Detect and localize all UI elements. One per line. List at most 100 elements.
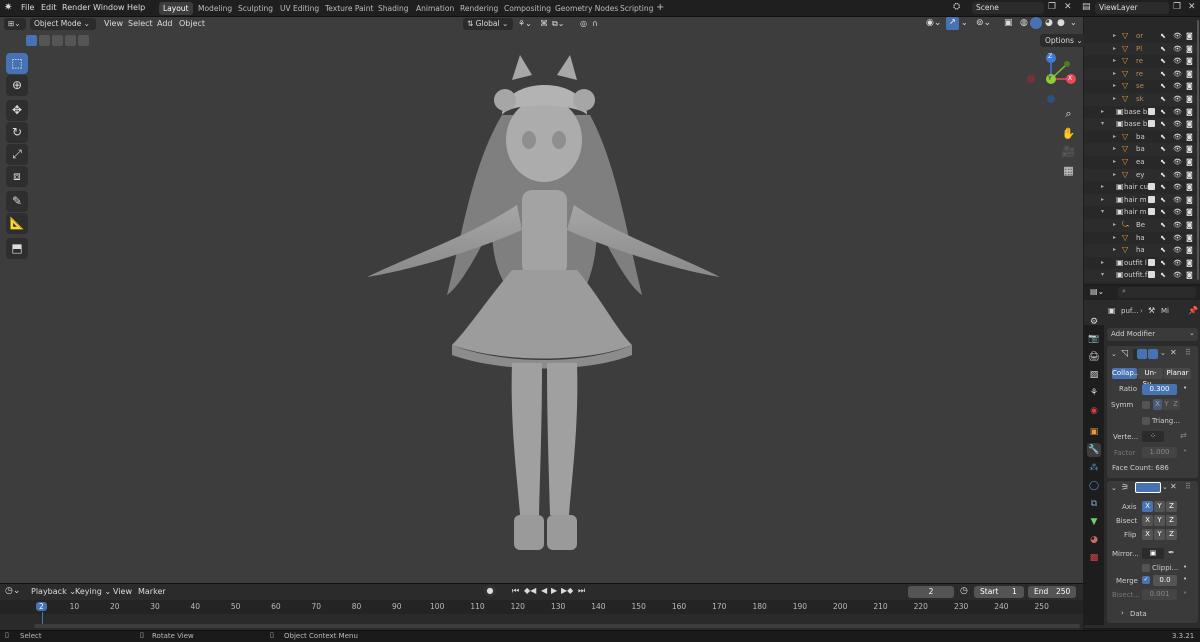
outliner-row[interactable]: ▸ ▽ se ⬉ 👁 ◙ bbox=[1084, 80, 1200, 93]
selectable-icon[interactable]: ⬉ bbox=[1160, 158, 1168, 166]
next-keyframe-button[interactable]: ▶◆ bbox=[561, 586, 573, 595]
expand-toggle-icon[interactable]: ▾ bbox=[1101, 208, 1104, 215]
tab-animation[interactable]: Animation bbox=[412, 2, 458, 15]
triangulate-checkbox[interactable] bbox=[1142, 417, 1150, 425]
gizmo-dropdown-icon[interactable]: ⌄ bbox=[961, 18, 968, 27]
perspective-grid-icon[interactable]: ▦ bbox=[1060, 162, 1077, 179]
selectable-icon[interactable]: ⬉ bbox=[1160, 234, 1168, 242]
shading-dropdown-icon[interactable]: ⌄ bbox=[1070, 18, 1077, 27]
visibility-eye-icon[interactable]: 👁 bbox=[1173, 246, 1182, 254]
expand-toggle-icon[interactable]: ▸ bbox=[1101, 196, 1104, 203]
data-subpanel-chevron-icon[interactable]: › bbox=[1121, 609, 1124, 617]
timeline-scrollbar[interactable] bbox=[34, 624, 1080, 628]
character-model[interactable] bbox=[352, 45, 732, 585]
render-camera-icon[interactable]: ◙ bbox=[1186, 196, 1194, 204]
selectable-icon[interactable]: ⬉ bbox=[1160, 57, 1168, 65]
scale-tool[interactable]: ⤢ bbox=[6, 144, 28, 165]
outliner-row[interactable]: ▸ ▽ re ⬉ 👁 ◙ bbox=[1084, 55, 1200, 68]
output-tab-icon[interactable]: 🖨 bbox=[1087, 350, 1101, 364]
transform-tool[interactable]: ⧈ bbox=[6, 166, 28, 187]
show-render-toggle[interactable] bbox=[1148, 349, 1158, 359]
expand-toggle-icon[interactable]: ▸ bbox=[1113, 158, 1116, 165]
expand-toggle-icon[interactable]: ▸ bbox=[1113, 57, 1116, 64]
flip-z-button[interactable]: Z bbox=[1166, 529, 1177, 540]
ratio-field[interactable]: 0.300 bbox=[1142, 384, 1177, 395]
rotate-tool[interactable]: ↻ bbox=[6, 122, 28, 143]
visibility-eye-icon[interactable]: 👁 bbox=[1173, 32, 1182, 40]
visibility-eye-icon[interactable]: 👁 bbox=[1173, 208, 1182, 216]
expand-toggle-icon[interactable]: ▸ bbox=[1101, 108, 1104, 115]
selectable-icon[interactable]: ⬉ bbox=[1160, 171, 1168, 179]
outliner-row[interactable]: ▸ ▽ ea ⬉ 👁 ◙ bbox=[1084, 156, 1200, 169]
tab-rendering[interactable]: Rendering bbox=[456, 2, 502, 15]
selectable-icon[interactable]: ⬉ bbox=[1160, 95, 1168, 103]
tab-texture-paint[interactable]: Texture Paint bbox=[321, 2, 377, 15]
outliner-row[interactable]: ▾ ▣ outfit.f ⬉ 👁 ◙ bbox=[1084, 269, 1200, 282]
outliner-row[interactable]: ▸ ▽ ey ⬉ 👁 ◙ bbox=[1084, 168, 1200, 182]
expand-toggle-icon[interactable]: ▸ bbox=[1113, 221, 1116, 228]
render-camera-icon[interactable]: ◙ bbox=[1186, 171, 1194, 179]
select-intersect-icon[interactable] bbox=[78, 35, 89, 46]
tab-layout[interactable]: Layout bbox=[159, 2, 193, 15]
play-button[interactable]: ▶ bbox=[551, 586, 557, 595]
selectable-icon[interactable]: ⬉ bbox=[1160, 183, 1168, 191]
outliner-row[interactable]: ▸ ▣ hair cu ⬉ 👁 ◙ bbox=[1084, 181, 1200, 194]
collection-checkbox[interactable] bbox=[1148, 120, 1155, 128]
measure-tool[interactable]: 📐 bbox=[6, 213, 28, 234]
expand-toggle-icon[interactable]: ▸ bbox=[1113, 171, 1116, 178]
visibility-eye-icon[interactable]: 👁 bbox=[1173, 70, 1182, 78]
copy-scene-icon[interactable]: ❐ bbox=[1048, 2, 1056, 12]
preview-range-clock-icon[interactable]: ◷ bbox=[960, 586, 968, 596]
view-layer-tab-icon[interactable]: ▨ bbox=[1087, 368, 1101, 382]
render-camera-icon[interactable]: ◙ bbox=[1186, 57, 1194, 65]
render-camera-icon[interactable]: ◙ bbox=[1186, 271, 1194, 279]
axis-z-button[interactable]: Z bbox=[1166, 501, 1177, 512]
expand-toggle-icon[interactable]: ▸ bbox=[1113, 82, 1116, 89]
visibility-eye-icon[interactable]: 👁 bbox=[1173, 259, 1182, 267]
menu-window[interactable]: Window bbox=[93, 3, 125, 12]
timeline-editor-type-icon[interactable]: ◷⌄ bbox=[5, 586, 20, 596]
pan-hand-icon[interactable]: ✋ bbox=[1060, 125, 1077, 142]
bisect-x-button[interactable]: X bbox=[1142, 515, 1153, 526]
render-camera-icon[interactable]: ◙ bbox=[1186, 246, 1194, 254]
selectable-icon[interactable]: ⬉ bbox=[1160, 32, 1168, 40]
timeline-menu-marker[interactable]: Marker bbox=[138, 587, 166, 596]
selectable-icon[interactable]: ⬉ bbox=[1160, 246, 1168, 254]
mirror-name-field[interactable] bbox=[1135, 482, 1161, 493]
expand-toggle-icon[interactable]: ▾ bbox=[1101, 271, 1104, 278]
jump-start-button[interactable]: ⏮ bbox=[512, 586, 519, 596]
visibility-eye-icon[interactable]: 👁 bbox=[1173, 196, 1182, 204]
symmetry-axis-z[interactable]: Z bbox=[1171, 399, 1180, 410]
collection-checkbox[interactable] bbox=[1148, 107, 1155, 115]
outliner-row[interactable]: ▸ ▣ base b ⬉ 👁 ◙ bbox=[1084, 106, 1200, 119]
flip-y-button[interactable]: Y bbox=[1154, 529, 1165, 540]
tab-scripting[interactable]: Scripting bbox=[616, 2, 657, 15]
mode-dropdown[interactable]: Object Mode ⌄ bbox=[30, 18, 96, 30]
mirror-object-field[interactable]: ▣ bbox=[1142, 548, 1164, 559]
tab-compositing[interactable]: Compositing bbox=[500, 2, 555, 15]
world-tab-icon[interactable]: ◉ bbox=[1087, 404, 1101, 418]
tab-sculpting[interactable]: Sculpting bbox=[234, 2, 277, 15]
expand-toggle-icon[interactable]: ▸ bbox=[1113, 32, 1116, 39]
mode-planar-button[interactable]: Planar bbox=[1164, 368, 1191, 379]
pin-icon[interactable]: 📌 bbox=[1188, 306, 1198, 315]
physics-tab-icon[interactable]: ◯ bbox=[1087, 479, 1101, 493]
visibility-eye-icon[interactable]: 👁 bbox=[1173, 158, 1182, 166]
object-tab-icon[interactable]: ▣ bbox=[1087, 425, 1101, 439]
render-camera-icon[interactable]: ◙ bbox=[1186, 82, 1194, 90]
outliner-row[interactable]: ▾ ▣ base b ⬉ 👁 ◙ bbox=[1084, 118, 1200, 131]
tab-shading[interactable]: Shading bbox=[374, 2, 412, 15]
symmetry-checkbox[interactable] bbox=[1142, 401, 1150, 409]
render-camera-icon[interactable]: ◙ bbox=[1186, 95, 1194, 103]
outliner-scrollbar[interactable] bbox=[1197, 20, 1199, 280]
outliner-row[interactable]: ▸ ▽ ba ⬉ 👁 ◙ bbox=[1084, 143, 1200, 156]
bisect-y-button[interactable]: Y bbox=[1154, 515, 1165, 526]
pivot-icon[interactable]: ⚘⌄ bbox=[518, 19, 532, 28]
render-camera-icon[interactable]: ◙ bbox=[1186, 45, 1194, 53]
editor-type-dropdown[interactable]: ⊞⌄ bbox=[4, 18, 26, 30]
timeline-menu-playback[interactable]: Playback ⌄ bbox=[31, 587, 76, 596]
collection-checkbox[interactable] bbox=[1148, 195, 1155, 203]
expand-toggle-icon[interactable]: ▸ bbox=[1113, 246, 1116, 253]
visibility-eye-icon[interactable]: 👁 bbox=[1173, 82, 1182, 90]
expand-toggle-icon[interactable]: ▸ bbox=[1101, 259, 1104, 266]
